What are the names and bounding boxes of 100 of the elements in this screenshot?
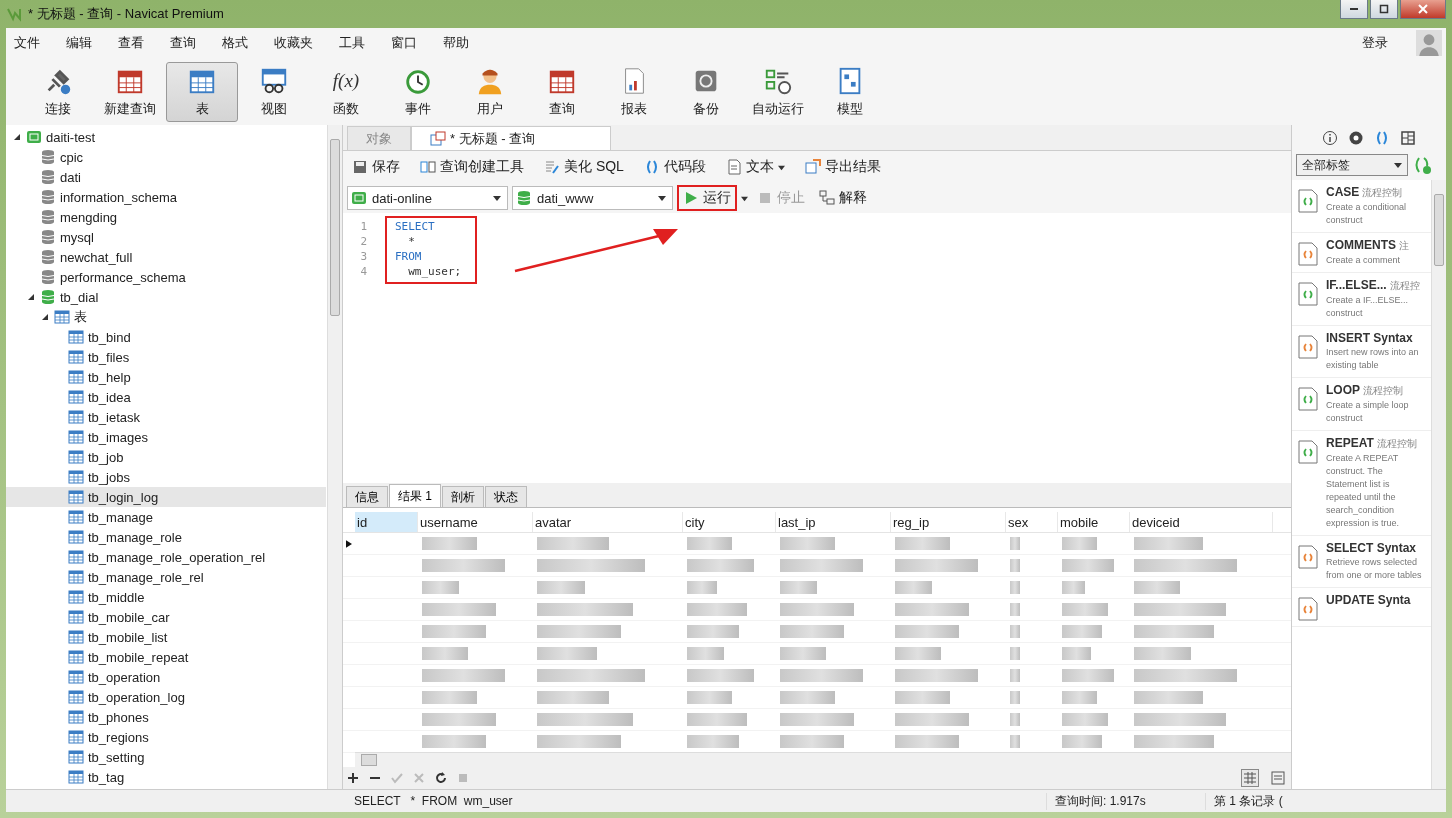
dropdown-caret-icon[interactable] (493, 194, 501, 202)
database-select[interactable]: dati_www (512, 186, 673, 210)
tree-item[interactable]: tb_tag (6, 767, 326, 787)
menu-item[interactable]: 编辑 (62, 34, 104, 52)
query-toolbar-button[interactable]: 美化 SQL (539, 155, 629, 179)
grid-view-icon[interactable] (1241, 769, 1259, 787)
toolbar-button[interactable]: 表 (166, 61, 238, 122)
document-tab[interactable]: * 无标题 - 查询 (411, 126, 611, 150)
toolbar-button[interactable]: 新建查询 (94, 61, 166, 122)
tree-item[interactable]: tb_manage_role_operation_rel (6, 547, 326, 567)
dropdown-caret-icon[interactable] (658, 194, 666, 202)
tree-item[interactable]: mengding (6, 207, 326, 227)
login-link[interactable]: 登录 (1358, 34, 1400, 52)
result-tab[interactable]: 状态 (485, 486, 527, 507)
column-header[interactable]: sex (1006, 512, 1058, 532)
maximize-button[interactable] (1370, 0, 1398, 19)
query-toolbar-button[interactable]: 导出结果 (799, 155, 886, 179)
tree-item[interactable]: tb_jobs (6, 467, 326, 487)
tree-item[interactable]: 表 (6, 307, 326, 327)
menu-item[interactable]: 工具 (335, 34, 377, 52)
tree-item[interactable]: tb_middle (6, 587, 326, 607)
toolbar-button[interactable]: 连接 (22, 61, 94, 122)
column-header[interactable]: mobile (1058, 512, 1130, 532)
tree-item[interactable]: daiti-test (6, 127, 326, 147)
tree-item[interactable]: tb_regions (6, 727, 326, 747)
tree-item[interactable]: tb_manage (6, 507, 326, 527)
query-toolbar-button[interactable]: 保存 (347, 155, 405, 179)
tree-item[interactable]: tb_images (6, 427, 326, 447)
tree-item[interactable]: tb_manage_role_rel (6, 567, 326, 587)
tree-item[interactable]: newchat_full (6, 247, 326, 267)
tree-item[interactable]: dati (6, 167, 326, 187)
add-icon[interactable] (347, 772, 359, 784)
scrollbar[interactable] (1431, 180, 1446, 789)
tree-item[interactable]: tb_files (6, 347, 326, 367)
layout-icon[interactable] (1400, 129, 1416, 146)
toolbar-button[interactable]: 模型 (814, 61, 886, 122)
tag-filter-select[interactable]: 全部标签 (1296, 154, 1408, 176)
tree-item[interactable]: performance_schema (6, 267, 326, 287)
tree-item[interactable]: tb_idea (6, 387, 326, 407)
menu-item[interactable]: 查询 (166, 34, 208, 52)
scrollbar[interactable] (327, 125, 342, 789)
result-tab[interactable]: 信息 (346, 486, 388, 507)
dropdown-caret-icon[interactable] (1394, 161, 1402, 169)
tree-item[interactable]: cpic (6, 147, 326, 167)
query-toolbar-button[interactable]: 文本 (720, 155, 790, 179)
scrollbar[interactable] (355, 752, 1291, 767)
toolbar-button[interactable]: 查询 (526, 61, 598, 122)
tree-item[interactable]: tb_dial (6, 287, 326, 307)
column-header[interactable]: id (355, 512, 418, 532)
tree-item[interactable]: tb_mobile_repeat (6, 647, 326, 667)
close-button[interactable] (1400, 0, 1446, 19)
connection-select[interactable]: dati-online (347, 186, 508, 210)
toolbar-button[interactable]: f(x) 函数 (310, 61, 382, 122)
column-header[interactable]: deviceid (1130, 512, 1273, 532)
check-icon[interactable] (391, 772, 403, 784)
tree-item[interactable]: tb_setting (6, 747, 326, 767)
menu-item[interactable]: 查看 (114, 34, 156, 52)
code-snippet-icon[interactable] (1374, 129, 1390, 146)
tree-item[interactable]: tb_ietask (6, 407, 326, 427)
tree-item[interactable]: tb_login_log (6, 487, 326, 507)
toolbar-button[interactable]: 用户 (454, 61, 526, 122)
expand-arrow-icon[interactable] (41, 313, 49, 321)
column-header[interactable]: city (683, 512, 776, 532)
result-tab[interactable]: 剖析 (442, 486, 484, 507)
tree-item[interactable]: information_schema (6, 187, 326, 207)
menu-item[interactable]: 格式 (218, 34, 260, 52)
column-header[interactable]: reg_ip (891, 512, 1006, 532)
query-toolbar-button[interactable]: 查询创建工具 (415, 155, 529, 179)
tree-item[interactable]: tb_mobile_list (6, 627, 326, 647)
caret-icon[interactable] (741, 194, 748, 202)
run-button[interactable]: 运行 (677, 185, 737, 211)
toolbar-button[interactable]: 报表 (598, 61, 670, 122)
tree-item[interactable]: tb_phones (6, 707, 326, 727)
column-header[interactable]: last_ip (776, 512, 891, 532)
toolbar-button[interactable]: 备份 (670, 61, 742, 122)
expand-arrow-icon[interactable] (13, 133, 21, 141)
eye-icon[interactable] (1348, 129, 1364, 146)
toolbar-button[interactable]: 自动运行 (742, 61, 814, 122)
menu-item[interactable]: 收藏夹 (270, 34, 325, 52)
result-tab[interactable]: 结果 1 (389, 484, 441, 507)
menu-item[interactable]: 文件 (10, 34, 52, 52)
tree-item[interactable]: tb_manage_role (6, 527, 326, 547)
query-toolbar-button[interactable]: 代码段 (638, 155, 711, 179)
toolbar-button[interactable]: 事件 (382, 61, 454, 122)
info-icon[interactable] (1322, 129, 1338, 146)
explain-button[interactable]: 解释 (814, 186, 872, 210)
expand-arrow-icon[interactable] (27, 293, 35, 301)
menu-item[interactable]: 帮助 (439, 34, 481, 52)
tree-item[interactable]: tb_operation_log (6, 687, 326, 707)
tree-item[interactable]: tb_help (6, 367, 326, 387)
tree-item[interactable]: tb_mobile_car (6, 607, 326, 627)
refresh-icon[interactable] (435, 772, 447, 784)
tree-item[interactable]: tb_job (6, 447, 326, 467)
column-header[interactable]: avatar (533, 512, 683, 532)
toolbar-button[interactable]: 视图 (238, 61, 310, 122)
tree-item[interactable]: mysql (6, 227, 326, 247)
caret-icon[interactable] (777, 163, 785, 171)
menu-item[interactable]: 窗口 (387, 34, 429, 52)
column-header[interactable]: username (418, 512, 533, 532)
tree-item[interactable]: tb_operation (6, 667, 326, 687)
